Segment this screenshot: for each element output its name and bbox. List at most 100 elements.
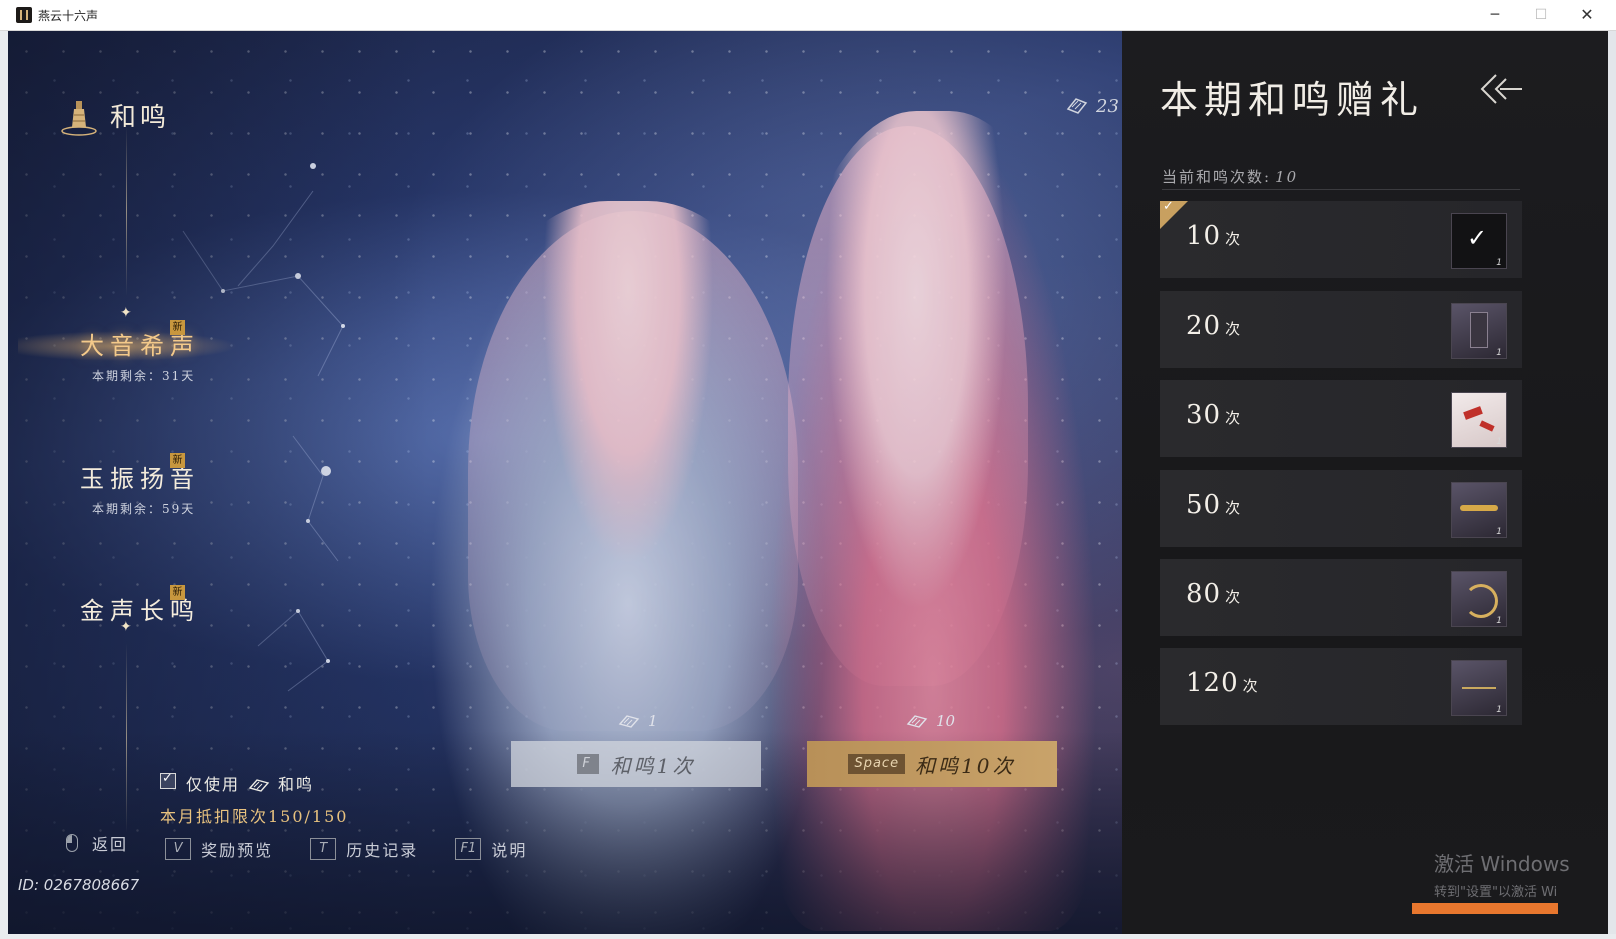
- reward-tier[interactable]: ✓ 10 次 1: [1160, 199, 1522, 278]
- reward-tier[interactable]: 20 次 1: [1160, 291, 1522, 368]
- monthly-limit: 本月抵扣限次150/150: [160, 807, 349, 826]
- watermark-line1: 激活 Windows: [1434, 852, 1570, 876]
- reward-preview-action[interactable]: V 奖励预览: [165, 837, 273, 861]
- only-use-checkbox[interactable]: [160, 771, 176, 789]
- tier-count: 10 次: [1186, 221, 1241, 251]
- help-action[interactable]: F1 说明: [455, 837, 527, 861]
- event-tab-1[interactable]: 大音希声 新 本期剩余：31天: [80, 320, 200, 384]
- back-action[interactable]: 返回: [66, 831, 128, 855]
- tier-count: 50 次: [1186, 490, 1241, 520]
- currency-amount: 23: [1096, 96, 1119, 117]
- sparkle-icon: ✦: [120, 305, 132, 321]
- reward-quantity: 1: [1496, 258, 1502, 268]
- moon-ornament-icon: [1464, 584, 1498, 618]
- event-tab-2[interactable]: 玉振扬音 新 本期剩余：59天: [80, 453, 200, 517]
- tier-count-unit: 次: [1225, 499, 1242, 517]
- ticket-icon: [1066, 98, 1088, 114]
- ticket-icon: [248, 779, 270, 792]
- panel-title: 本期和鸣赠礼: [1160, 78, 1425, 122]
- window-titlebar: 燕云十六声 ─ ☐ ✕: [0, 0, 1616, 31]
- banner-icon: [1470, 312, 1488, 348]
- single-cost-value: 1: [648, 712, 658, 730]
- reward-preview-label: 奖励预览: [201, 841, 274, 860]
- tier-count-value: 80: [1186, 579, 1222, 609]
- minimize-button[interactable]: ─: [1472, 0, 1518, 30]
- help-label: 说明: [491, 841, 528, 860]
- draw-ten-button[interactable]: Space 和鸣10次: [807, 741, 1057, 787]
- bell-icon: [61, 101, 97, 136]
- reward-item-thumbnail[interactable]: 1: [1451, 213, 1507, 269]
- tier-count: 120 次: [1186, 668, 1259, 698]
- history-label: 历史记录: [346, 841, 419, 860]
- reward-panel: 本期和鸣赠礼 当前和鸣次数:10 ✓ 10次 1 20次 1 30次: [1122, 31, 1608, 934]
- only-use-suffix: 和鸣: [278, 775, 315, 794]
- reward-item-thumbnail[interactable]: 1: [1451, 482, 1507, 538]
- reward-item-thumbnail[interactable]: 1: [1451, 571, 1507, 627]
- tier-count: 80 次: [1186, 579, 1241, 609]
- event-tab-3[interactable]: 金声长鸣 新: [80, 585, 200, 626]
- reward-item-thumbnail[interactable]: 1: [1451, 392, 1507, 448]
- collapse-arrow-icon[interactable]: [1478, 71, 1524, 107]
- new-badge: 新: [170, 320, 185, 335]
- ten-cost-value: 10: [936, 712, 956, 730]
- currency-counter: 23: [1066, 95, 1119, 117]
- window-title: 燕云十六声: [38, 9, 99, 23]
- tier-count-value: 120: [1186, 668, 1239, 698]
- tier-count-unit: 次: [1225, 409, 1242, 427]
- tier-count-value: 10: [1186, 221, 1222, 251]
- reward-tier[interactable]: 120 次 1: [1160, 648, 1522, 725]
- game-viewport: 和鸣 ✦ 大音希声 新 本期剩余：31天 玉振扬音 新 本期剩余：59天 金声长…: [8, 31, 1608, 934]
- divider: [1162, 189, 1520, 190]
- tier-count-unit: 次: [1225, 230, 1242, 248]
- effect-icon: [1462, 687, 1496, 689]
- current-count: 当前和鸣次数: 10: [1162, 166, 1298, 187]
- petal-icon: [1463, 406, 1483, 420]
- maximize-button[interactable]: ☐: [1518, 0, 1564, 30]
- single-cost: 1: [618, 712, 658, 730]
- event-remaining: 本期剩余：59天: [92, 502, 196, 516]
- tier-count-value: 50: [1186, 490, 1222, 520]
- reward-quantity: 1: [1496, 527, 1502, 537]
- back-label: 返回: [92, 835, 129, 854]
- new-badge: 新: [170, 585, 185, 600]
- ticket-icon: [618, 715, 640, 728]
- draw-once-button[interactable]: F 和鸣1次: [511, 741, 761, 787]
- history-action[interactable]: T 历史记录: [310, 837, 418, 861]
- tier-count-value: 30: [1186, 400, 1222, 430]
- player-id: ID: 0267808667: [18, 876, 140, 894]
- hotkey-f1: F1: [455, 838, 482, 860]
- petal-icon: [1479, 420, 1495, 432]
- close-button[interactable]: ✕: [1564, 0, 1610, 30]
- reward-item-thumbnail[interactable]: 1: [1451, 660, 1507, 716]
- windows-activation-watermark: 激活 Windows 转到"设置"以激活 Wi: [1434, 848, 1570, 900]
- check-icon: ✓: [1163, 199, 1174, 214]
- app-icon: [16, 7, 32, 23]
- reward-tier[interactable]: 50 次 1: [1160, 470, 1522, 547]
- reward-quantity: 1: [1496, 348, 1502, 358]
- watermark-line2: 转到"设置"以激活 Wi: [1434, 885, 1558, 900]
- only-use-prefix: 仅使用: [186, 775, 241, 794]
- reward-quantity: 1: [1496, 705, 1502, 715]
- hotkey-v: V: [165, 838, 192, 860]
- tier-count: 20 次: [1186, 311, 1241, 341]
- desktop-orange-button[interactable]: [1412, 903, 1558, 914]
- event-remaining: 本期剩余：31天: [92, 369, 196, 383]
- tier-count-unit: 次: [1225, 588, 1242, 606]
- tier-count-unit: 次: [1225, 320, 1242, 338]
- reward-tier[interactable]: 80 次 1: [1160, 559, 1522, 636]
- bottom-bar: 返回 V 奖励预览 T 历史记录 F1 说明: [66, 831, 557, 861]
- desktop-edge: [1608, 31, 1616, 934]
- timeline-line: [126, 643, 127, 833]
- timeline-line: [126, 126, 127, 296]
- reward-quantity: 1: [1496, 616, 1502, 626]
- ticket-icon: [906, 715, 928, 728]
- reward-item-thumbnail[interactable]: 1: [1451, 303, 1507, 359]
- draw-once-label: 和鸣1次: [610, 753, 696, 778]
- hotkey-t: T: [310, 838, 337, 860]
- current-count-value: 10: [1275, 168, 1299, 186]
- reward-tier[interactable]: 30 次 1: [1160, 380, 1522, 457]
- sparkle-icon: ✦: [120, 619, 132, 635]
- current-count-label: 当前和鸣次数:: [1162, 168, 1272, 186]
- draw-ten-label: 和鸣10次: [915, 753, 1016, 778]
- hairpin-icon: [1460, 505, 1498, 511]
